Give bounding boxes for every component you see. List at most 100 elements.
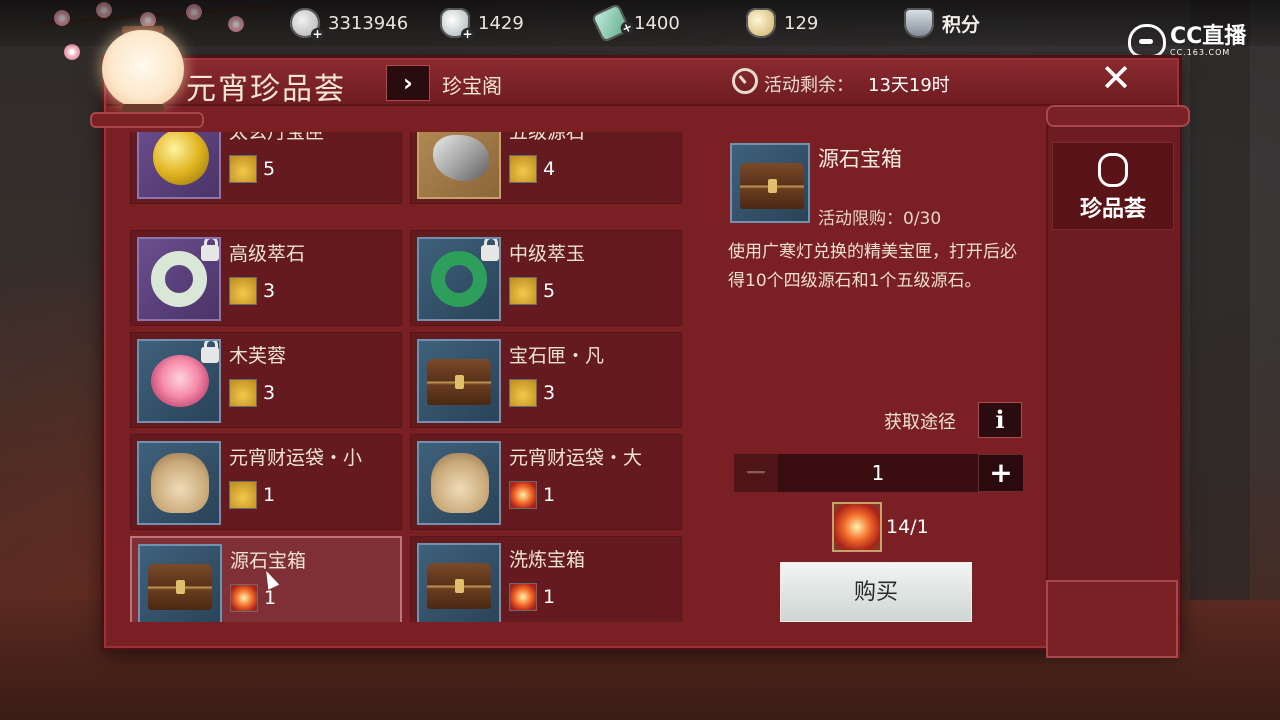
resource-gold-ingot[interactable]: 129 bbox=[746, 8, 818, 38]
cost-value: 3 bbox=[543, 382, 556, 404]
resource-value: 129 bbox=[784, 12, 819, 34]
cost-value: 3 bbox=[263, 382, 276, 404]
timer-label: 活动剩余： bbox=[764, 75, 854, 96]
item-thumbnail bbox=[137, 339, 221, 423]
item-cost: 3 bbox=[229, 379, 275, 407]
silver-ingot-icon: + bbox=[440, 8, 474, 41]
item-cost: 3 bbox=[229, 277, 275, 305]
shop-item[interactable]: 高级萃石 3 bbox=[130, 230, 402, 326]
chest-icon bbox=[427, 359, 491, 405]
gold-ingot-icon bbox=[746, 8, 776, 38]
jade-token-icon: + bbox=[591, 3, 636, 43]
breadcrumb[interactable]: 珍宝阁 bbox=[442, 70, 502, 99]
item-description: 使用广寒灯兑换的精美宝匣，打开后必得10个四级源石和1个五级源石。 bbox=[728, 242, 1017, 291]
breadcrumb-arrow-button[interactable]: › bbox=[386, 65, 430, 101]
shop-item[interactable]: 中级萃玉 5 bbox=[410, 230, 682, 326]
blossom-decoration bbox=[64, 44, 80, 60]
item-name: 五级源石 bbox=[509, 132, 586, 143]
quantity-stepper: − 1 + bbox=[734, 454, 1024, 492]
resource-value: 3313946 bbox=[328, 12, 409, 34]
item-grid[interactable]: 太玄丹宝匣 5 五级源石 4 高级萃石 3 中级萃玉 5 木芙蓉 3 宝石匣・凡 3 元宵财运袋・小 1 元… bbox=[130, 132, 690, 622]
lantern-currency-icon bbox=[509, 583, 537, 611]
gold-ingot-icon bbox=[509, 155, 537, 183]
item-thumbnail bbox=[138, 544, 222, 622]
item-name: 木芙蓉 bbox=[229, 345, 287, 367]
item-cost: 5 bbox=[509, 277, 555, 305]
item-thumbnail bbox=[137, 132, 221, 199]
resource-bar: + 3313946 + 1429 + 1400 129 积分 bbox=[0, 0, 1280, 46]
shop-item[interactable]: 元宵财运袋・大 1 bbox=[410, 434, 682, 530]
purchase-limit: 活动限购：0/30 bbox=[818, 209, 942, 229]
shop-item[interactable]: 木芙蓉 3 bbox=[130, 332, 402, 428]
bag-icon bbox=[431, 453, 489, 513]
cost-value: 3 bbox=[263, 280, 276, 302]
item-cost: 4 bbox=[509, 155, 555, 183]
watermark-text: CC直播 bbox=[1170, 23, 1247, 49]
item-cost: 3 bbox=[509, 379, 555, 407]
item-name: 高级萃石 bbox=[229, 243, 306, 265]
tab-label: 珍品荟 bbox=[1079, 197, 1146, 222]
cost-value: 5 bbox=[543, 280, 556, 302]
resource-silver-coin[interactable]: + 3313946 bbox=[290, 8, 409, 41]
info-button[interactable]: i bbox=[978, 402, 1022, 438]
shop-item[interactable]: 宝石匣・凡 3 bbox=[410, 332, 682, 428]
cc-live-watermark: CC直播 CC.163.COM bbox=[1128, 24, 1246, 58]
tab-treasure-hall[interactable]: 珍品荟 bbox=[1052, 142, 1174, 230]
increase-button[interactable]: + bbox=[978, 454, 1024, 492]
item-thumbnail bbox=[137, 441, 221, 525]
price-value: 14/1 bbox=[886, 516, 929, 538]
lantern-base bbox=[122, 104, 164, 112]
buy-button[interactable]: 购买 bbox=[780, 562, 972, 622]
decrease-button[interactable]: − bbox=[734, 454, 778, 492]
shop-item[interactable]: 洗炼宝箱 1 bbox=[410, 536, 682, 622]
lantern-currency-icon bbox=[230, 584, 258, 612]
page-title: 元宵珍品荟 bbox=[186, 72, 346, 107]
flower-icon bbox=[151, 355, 209, 407]
cost-value: 1 bbox=[543, 586, 556, 608]
gold-ingot-icon bbox=[229, 155, 257, 183]
resource-jade-token[interactable]: + 1400 bbox=[591, 3, 680, 43]
shop-item[interactable]: 太玄丹宝匣 5 bbox=[130, 132, 402, 204]
item-thumbnail bbox=[417, 441, 501, 525]
chest-icon bbox=[148, 564, 212, 610]
silver-coin-icon: + bbox=[290, 8, 324, 41]
item-thumbnail bbox=[417, 132, 501, 199]
treasure-chest-icon bbox=[740, 163, 804, 209]
resource-silver-ingot[interactable]: + 1429 bbox=[440, 8, 524, 41]
item-name: 洗炼宝箱 bbox=[509, 549, 586, 571]
shop-item[interactable]: 五级源石 4 bbox=[410, 132, 682, 204]
item-name: 元宵财运袋・大 bbox=[509, 447, 643, 469]
cost-value: 5 bbox=[263, 158, 276, 180]
item-name: 元宵财运袋・小 bbox=[229, 447, 363, 469]
item-name: 中级萃玉 bbox=[509, 243, 586, 265]
points-label: 积分 bbox=[942, 13, 981, 36]
item-thumbnail bbox=[417, 543, 501, 622]
ring-white-icon bbox=[151, 251, 207, 307]
rock-icon bbox=[433, 135, 489, 181]
item-cost: 1 bbox=[509, 481, 555, 509]
lantern-currency-icon bbox=[509, 481, 537, 509]
chest-icon bbox=[427, 563, 491, 609]
gold-ingot-icon bbox=[509, 277, 537, 305]
lantern-currency-icon bbox=[832, 502, 882, 552]
lock-icon bbox=[201, 239, 219, 261]
bag-icon bbox=[151, 453, 209, 513]
gold-ingot-icon bbox=[229, 379, 257, 407]
item-name: 太玄丹宝匣 bbox=[229, 132, 325, 143]
gold-ingot-icon bbox=[229, 277, 257, 305]
shop-item[interactable]: 元宵财运袋・小 1 bbox=[130, 434, 402, 530]
close-button[interactable]: ✕ bbox=[1098, 59, 1134, 97]
lantern-icon bbox=[1098, 153, 1128, 187]
item-cost: 1 bbox=[229, 481, 275, 509]
resource-value: 1400 bbox=[634, 12, 680, 34]
resource-points[interactable]: 积分 bbox=[904, 8, 980, 38]
quantity-value[interactable]: 1 bbox=[778, 454, 978, 492]
gold-ingot-icon bbox=[229, 481, 257, 509]
coin-icon bbox=[153, 132, 209, 185]
item-thumbnail bbox=[417, 339, 501, 423]
watermark-subtext: CC.163.COM bbox=[1170, 47, 1231, 57]
timer-icon bbox=[732, 68, 758, 94]
resource-value: 1429 bbox=[478, 12, 524, 34]
detail-title: 源石宝箱 bbox=[818, 147, 902, 171]
item-thumbnail bbox=[417, 237, 501, 321]
